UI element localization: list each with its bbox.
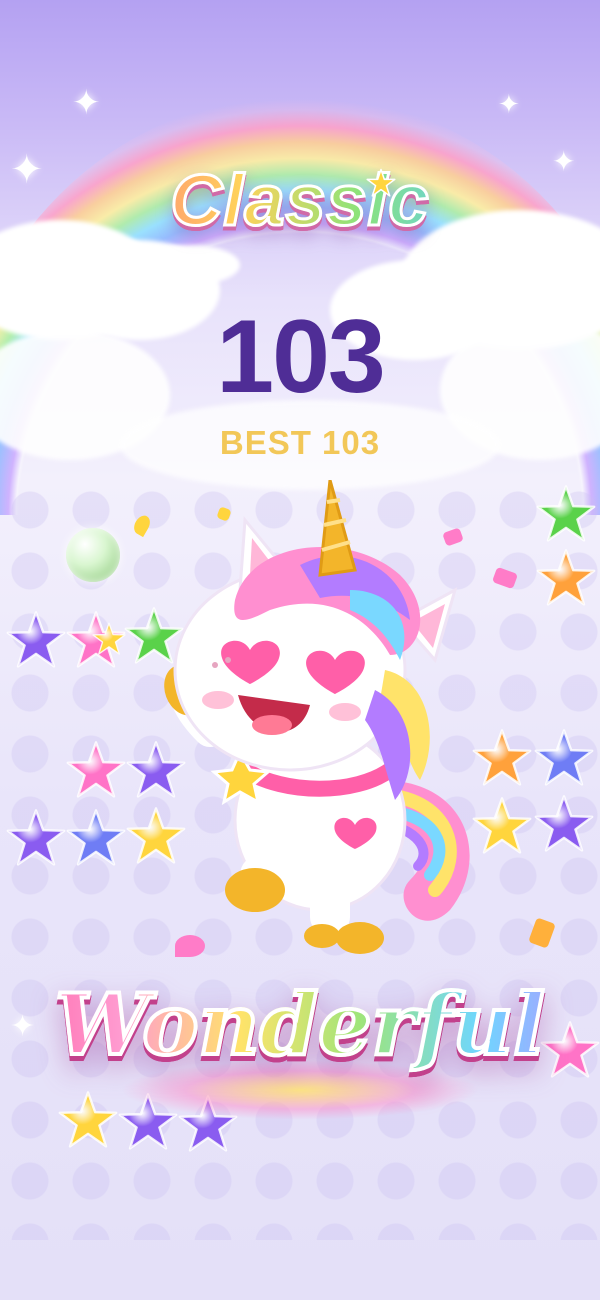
star-piece-icon xyxy=(66,808,126,868)
star-piece-icon xyxy=(6,808,66,868)
star-piece-icon xyxy=(472,728,532,788)
star-piece-icon xyxy=(472,796,532,856)
sparkle-icon: ✦ xyxy=(72,83,101,123)
star-piece-icon xyxy=(6,610,66,670)
praise-text: Wonderful xyxy=(0,973,600,1076)
star-piece-icon xyxy=(58,1090,118,1150)
bubble-icon xyxy=(66,528,120,582)
star-piece-icon xyxy=(92,622,126,656)
star-piece-icon xyxy=(534,794,594,854)
star-piece-icon xyxy=(66,740,126,800)
star-piece-icon xyxy=(536,484,596,544)
star-piece-icon xyxy=(536,548,596,608)
mode-title: Classic xyxy=(0,160,600,243)
unicorn-mascot xyxy=(164,480,470,954)
star-piece-icon xyxy=(534,728,594,788)
sparkle-icon: ✦ xyxy=(498,90,520,120)
best-score-label: BEST 103 xyxy=(219,424,381,461)
game-screen: ✦ ✦ ✦ ✦ ✦ Classic 103 BEST 103 xyxy=(0,0,600,1300)
confetti xyxy=(175,935,205,957)
score-value: 103 xyxy=(216,299,386,415)
star-piece-icon xyxy=(366,168,396,198)
